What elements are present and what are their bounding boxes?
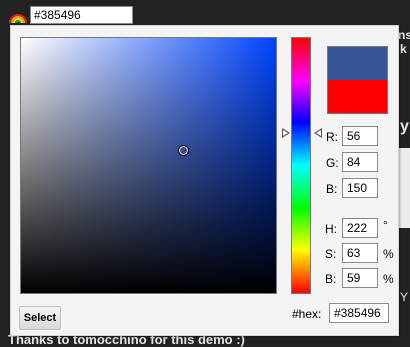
blue-input[interactable]: 150 [342,178,378,198]
color-preview-swatch [327,46,388,114]
sv-cursor-handle[interactable] [178,145,189,156]
background-panel [399,148,410,228]
hue-unit: ° [383,218,388,232]
blue-label: B: [326,182,338,196]
rainbow-icon[interactable] [9,7,27,25]
brightness-unit: % [383,272,394,286]
background-text-fragment: ns [398,28,410,42]
hue-input[interactable]: 222 [342,218,378,238]
brightness-input[interactable]: 59 [342,268,378,288]
saturation-label: S: [325,247,337,261]
hue-label: H: [325,222,337,236]
green-label: G: [326,156,339,170]
hue-slider-left-arrow-icon[interactable] [282,128,290,138]
hex-input[interactable]: #385496 [329,303,389,323]
select-button[interactable]: Select [19,306,61,330]
background-text-fragment: k [400,42,407,56]
saturation-unit: % [383,247,394,261]
background-text-fragment: y [400,118,409,135]
red-label: R: [326,130,338,144]
saturation-input[interactable]: 63 [342,243,378,263]
hex-color-input[interactable]: #385496 [30,6,133,24]
hue-slider-right-arrow-icon[interactable] [314,128,322,138]
hue-slider[interactable] [291,37,311,294]
brightness-label: B: [325,272,337,286]
green-input[interactable]: 84 [342,152,378,172]
original-color-swatch[interactable] [328,80,387,113]
red-input[interactable]: 56 [342,126,378,146]
saturation-brightness-area[interactable] [20,37,277,294]
new-color-swatch [328,47,387,80]
background-text-fragment: Y [400,290,409,304]
hex-label: #hex: [292,307,322,321]
color-picker-panel: R: 56 G: 84 B: 150 H: 222 ° S: 63 % B: 5… [10,25,399,336]
